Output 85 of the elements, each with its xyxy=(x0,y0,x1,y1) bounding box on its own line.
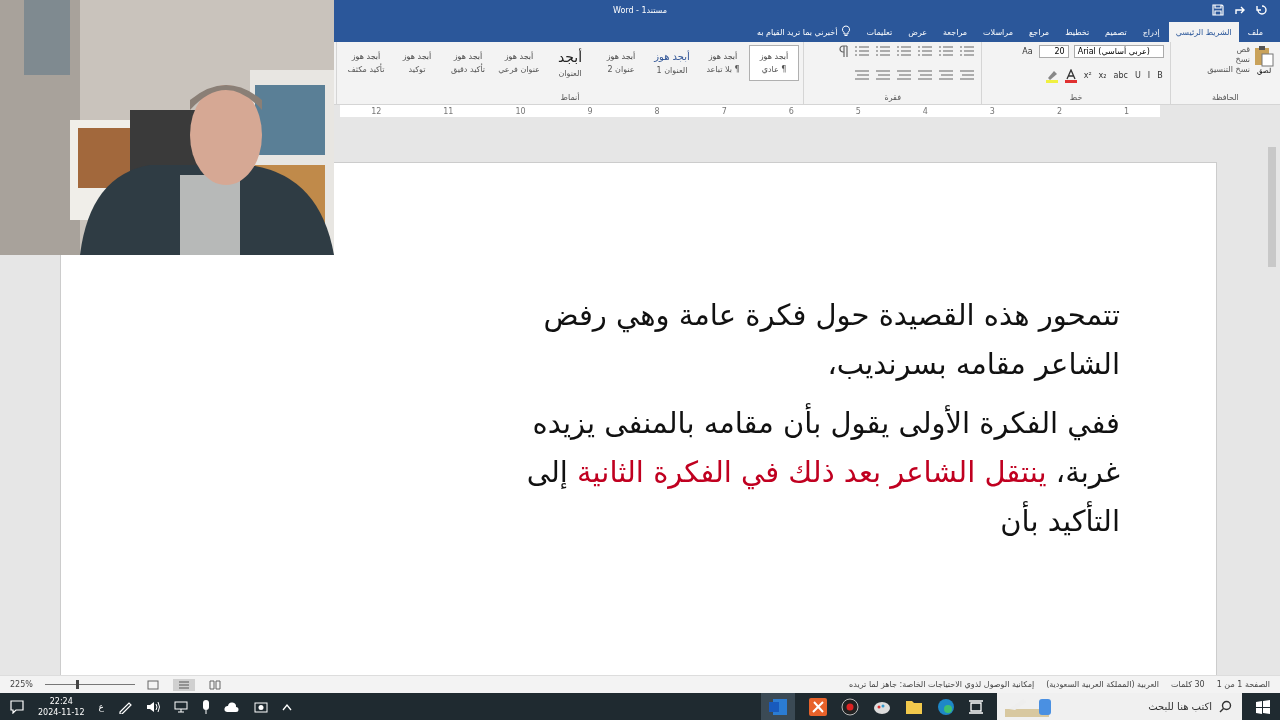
copy-button[interactable]: نسخ xyxy=(1207,55,1250,64)
ribbon-tab[interactable]: إدراج xyxy=(1135,22,1167,42)
clipboard-icon xyxy=(1254,45,1274,67)
format-button[interactable]: B xyxy=(1156,71,1164,80)
save-icon[interactable] xyxy=(1212,4,1224,16)
undo-icon[interactable] xyxy=(1256,4,1268,16)
format-button[interactable]: x₂ xyxy=(1097,71,1108,80)
redo-icon[interactable] xyxy=(1234,4,1246,16)
format-button[interactable]: I xyxy=(1146,71,1152,80)
windows-start-icon[interactable] xyxy=(1256,699,1270,714)
font-name-field[interactable]: Arial (عربي أساسي) xyxy=(1073,45,1164,58)
microphone-icon[interactable] xyxy=(201,699,210,714)
ribbon-tab[interactable]: تصميم xyxy=(1098,22,1134,42)
ribbon-tab[interactable]: مراسلات xyxy=(976,22,1020,42)
paragraph: ففي الفكرة الأولى يقول بأن مقامه بالمنفى يزيده غربة، ينتقل الشاعر بعد ذلك في الفكرة الثانية إلى التأكيد بأن xyxy=(495,399,1120,546)
ribbon-tab[interactable]: تخطيط xyxy=(1058,22,1097,42)
ruler-number: 2 xyxy=(1056,106,1062,116)
cut-button[interactable]: قص xyxy=(1207,45,1250,54)
accessibility-status: إمكانية الوصول لذوي الاحتياجات الخاصة: جاهز لما تريده xyxy=(849,680,1035,689)
ruler-number: 8 xyxy=(654,106,660,116)
ruler-number: 7 xyxy=(721,106,727,116)
print-layout-icon[interactable] xyxy=(172,678,195,691)
ruler-number: 3 xyxy=(989,106,995,116)
ruler-number: 6 xyxy=(788,106,794,116)
style-item[interactable]: أبجد هوز عنوان فرعي xyxy=(494,45,544,81)
group-label: فقرة xyxy=(884,93,901,102)
group-label: خط xyxy=(1069,93,1083,102)
recorder-icon[interactable] xyxy=(841,697,859,716)
ribbon-tab[interactable]: تعليمات xyxy=(859,22,900,42)
camera-icon[interactable] xyxy=(253,700,268,713)
folder-icon[interactable] xyxy=(905,698,923,715)
task-view-icon[interactable] xyxy=(969,699,983,714)
app-icon[interactable] xyxy=(809,697,827,716)
ruler-number: 4 xyxy=(922,106,928,116)
style-item[interactable]: أبجد هوز تأكيد مكثف xyxy=(341,45,391,81)
font-color-icon[interactable] xyxy=(1063,68,1078,83)
notification-icon[interactable] xyxy=(10,699,24,714)
style-item[interactable]: أبجد هوز ¶ عادي xyxy=(749,45,799,81)
zoom-level: 225% xyxy=(10,680,33,689)
style-item[interactable]: أبجد هوز ¶ بلا تباعد xyxy=(698,45,748,81)
group-label: الحافظة xyxy=(1211,93,1239,102)
style-item[interactable]: أبجد هوز تأكيد دقيق xyxy=(443,45,493,81)
ribbon-tab[interactable]: مراجعة xyxy=(936,22,975,42)
style-item[interactable]: أبجد هوز عنوان 2 xyxy=(596,45,646,81)
browser-icon[interactable] xyxy=(937,697,955,716)
lightbulb-icon xyxy=(841,25,852,37)
cloud-icon[interactable] xyxy=(223,701,240,712)
pilcrow-icon[interactable] xyxy=(839,45,850,57)
format-button[interactable]: abc xyxy=(1112,71,1129,80)
ribbon-tab[interactable]: مراجع xyxy=(1022,22,1057,42)
ribbon-tab[interactable]: عرض xyxy=(901,22,935,42)
chevron-up-icon[interactable] xyxy=(281,702,292,711)
window-title: مستند1 - Word xyxy=(612,5,668,15)
clock[interactable]: 22:24 2024-11-12 xyxy=(38,695,85,718)
network-icon[interactable] xyxy=(173,700,188,713)
taskbar-search-field[interactable]: اكتب هنا للبحث xyxy=(997,693,1242,720)
input-language[interactable]: ع xyxy=(98,701,104,712)
style-item[interactable]: أبجد هوز توكيد xyxy=(392,45,442,81)
ruler-number: 12 xyxy=(371,106,382,116)
word-count: 30 كلمات xyxy=(1170,680,1205,689)
ruler-number: 1 xyxy=(1123,106,1130,116)
font-size-field[interactable]: 20 xyxy=(1038,45,1069,58)
style-item[interactable]: أبجد العنوان xyxy=(545,45,595,81)
scrollbar[interactable] xyxy=(1268,147,1276,267)
page-count: الصفحة 1 من 1 xyxy=(1216,680,1270,689)
read-mode-icon[interactable] xyxy=(146,679,159,690)
ribbon-tab[interactable]: الشريط الرئيسي xyxy=(1168,22,1239,42)
tell-me-field[interactable]: أخبرني بما تريد القيام به xyxy=(757,28,838,42)
language-status: العربية (المملكة العربية السعودية) xyxy=(1046,680,1159,689)
speaker-icon[interactable] xyxy=(145,700,160,713)
search-icon xyxy=(1219,700,1232,713)
group-label: أنماط xyxy=(560,93,580,102)
ruler-number: 11 xyxy=(443,106,454,116)
ruler-number: 5 xyxy=(855,106,861,116)
style-item[interactable]: أبجد هوز العنوان 1 xyxy=(647,45,697,81)
ruler-number: 10 xyxy=(515,106,526,116)
paragraph: تتمحور هذه القصيدة حول فكرة عامة وهي رفض الشاعر مقامه بسرنديب، xyxy=(542,297,1120,383)
ribbon-tab[interactable]: ملف xyxy=(1240,22,1270,42)
ruler-number: 9 xyxy=(587,106,593,116)
change-case-button[interactable]: Aa xyxy=(1021,47,1034,56)
format-button[interactable]: x² xyxy=(1082,71,1093,80)
view-icon[interactable] xyxy=(208,679,221,690)
format-painter-button[interactable]: نسخ التنسيق xyxy=(1207,65,1250,74)
zoom-slider-thumb[interactable] xyxy=(76,680,80,689)
format-button[interactable]: U xyxy=(1133,71,1142,80)
